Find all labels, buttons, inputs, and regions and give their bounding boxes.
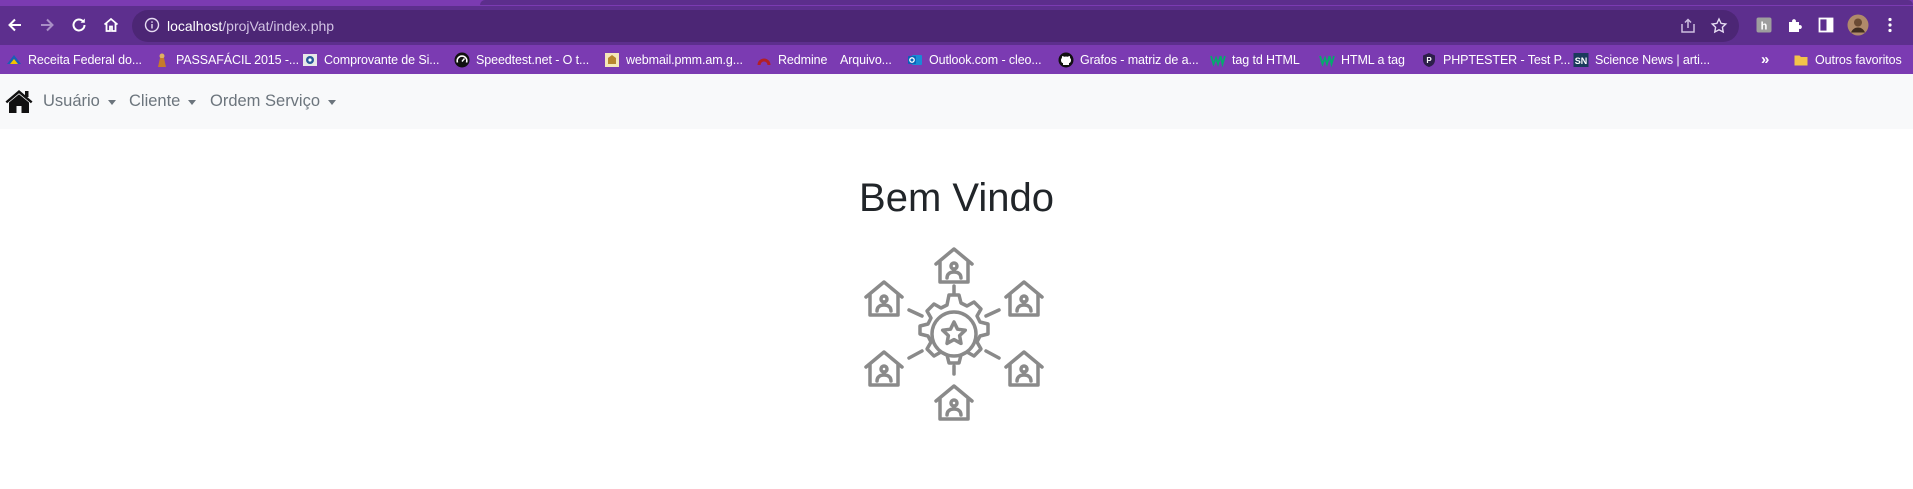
puzzle-icon [1789, 19, 1802, 32]
bookmark-star-icon[interactable] [1710, 17, 1728, 35]
share-icon[interactable] [1679, 17, 1697, 35]
url-text[interactable]: localhost/projVat/index.php [167, 18, 334, 34]
home-icon [5, 90, 33, 113]
svg-text:SN: SN [1575, 56, 1588, 66]
bookmarks-bar: Receita Federal do... PASSAFÁCIL 2015 -.… [0, 45, 1913, 74]
passafacil-icon [154, 52, 170, 68]
caret-down-icon [188, 100, 197, 105]
folder-icon [1793, 52, 1809, 68]
url-path: /projVat/index.php [222, 18, 335, 34]
bookmark-science-news[interactable]: SN Science News | arti... [1573, 45, 1710, 74]
phptester-icon: P [1421, 52, 1437, 68]
bookmark-label: Science News | arti... [1595, 52, 1710, 67]
outlook-icon [907, 52, 923, 68]
bookmark-label: PASSAFÁCIL 2015 -... [176, 52, 300, 67]
forward-button[interactable] [33, 11, 61, 39]
extensions-button[interactable] [1781, 11, 1809, 39]
nav-dropdown-cliente[interactable]: Cliente [129, 92, 197, 111]
browser-toolbar: localhost/projVat/index.php h [0, 6, 1913, 45]
site-info-icon[interactable] [144, 17, 160, 33]
caret-down-icon [107, 100, 116, 105]
nav-item-label: Cliente [129, 92, 181, 110]
bookmark-arquivo[interactable]: Arquivo... [840, 45, 892, 74]
bookmark-grafos[interactable]: Grafos - matriz de a... [1058, 45, 1199, 74]
bookmark-label: Grafos - matriz de a... [1080, 52, 1199, 67]
caret-down-icon [328, 100, 337, 105]
bookmark-label: Comprovante de Si... [324, 52, 440, 67]
bookmark-html-a-tag[interactable]: HTML a tag [1319, 45, 1405, 74]
url-host: localhost [167, 18, 223, 34]
bookmark-passafacil[interactable]: PASSAFÁCIL 2015 -... [154, 45, 299, 74]
overflow-chevron-icon: » [1761, 51, 1770, 68]
extension-h-button[interactable]: h [1750, 11, 1778, 39]
bookmark-speedtest[interactable]: Speedtest.net - O t... [454, 45, 589, 74]
bookmark-label: Outros favoritos [1815, 52, 1902, 67]
bookmark-label: Redmine [778, 52, 828, 67]
bookmark-label: webmail.pmm.am.g... [626, 52, 743, 67]
page-title: Bem Vindo [859, 176, 1054, 220]
arrow-left-icon [8, 18, 21, 32]
svg-text:P: P [1426, 56, 1432, 65]
brand-home-link[interactable] [4, 88, 34, 119]
back-button[interactable] [1, 11, 29, 39]
network-gear-houses-icon [864, 247, 1044, 421]
arrow-right-icon [41, 18, 54, 32]
bookmark-label: HTML a tag [1341, 52, 1405, 67]
kebab-menu-icon [1888, 17, 1892, 33]
nav-dropdown-usuario[interactable]: Usuário [43, 92, 116, 111]
w3schools-icon [1210, 52, 1226, 68]
sciencenews-icon: SN [1573, 52, 1589, 68]
reload-icon [72, 18, 86, 32]
menu-button[interactable] [1876, 11, 1904, 39]
nav-dropdown-ordem-servico[interactable]: Ordem Serviço [210, 92, 337, 111]
bookmark-webmail[interactable]: webmail.pmm.am.g... [604, 45, 743, 74]
site-navbar: Usuário Cliente Ordem Serviço [0, 74, 1913, 129]
bookmark-label: Outlook.com - cleo... [929, 52, 1042, 67]
nav-item-label: Ordem Serviço [210, 92, 321, 110]
hero-illustration [859, 244, 1049, 431]
bookmark-tag-td[interactable]: tag td HTML [1210, 45, 1300, 74]
bookmark-receita[interactable]: Receita Federal do... [6, 45, 142, 74]
redmine-icon [756, 52, 772, 68]
bookmark-redmine[interactable]: Redmine [756, 45, 827, 74]
bookmark-label: Arquivo... [840, 52, 892, 67]
receita-icon [6, 52, 22, 68]
github-icon [1058, 52, 1074, 68]
bookmark-label: PHPTESTER - Test P... [1443, 52, 1571, 67]
speedtest-icon [454, 52, 470, 68]
extension-h-icon: h [1756, 17, 1772, 33]
home-outline-icon [103, 17, 119, 32]
bookmark-label: tag td HTML [1232, 52, 1300, 67]
avatar-icon [1847, 14, 1869, 36]
side-panel-icon [1818, 17, 1834, 33]
w3schools-icon [1319, 52, 1335, 68]
nav-item-label: Usuário [43, 92, 100, 110]
bookmark-outlook[interactable]: Outlook.com - cleo... [907, 45, 1042, 74]
webmail-icon [604, 52, 620, 68]
bookmark-label: Receita Federal do... [28, 52, 142, 67]
other-bookmarks-folder[interactable]: Outros favoritos [1793, 45, 1902, 74]
bookmark-comprovante[interactable]: Comprovante de Si... [302, 45, 440, 74]
side-panel-button[interactable] [1812, 11, 1840, 39]
profile-button[interactable] [1844, 11, 1872, 39]
reload-button[interactable] [65, 11, 93, 39]
address-bar[interactable]: localhost/projVat/index.php [132, 10, 1739, 42]
bookmark-phptester[interactable]: P PHPTESTER - Test P... [1421, 45, 1570, 74]
comprovante-icon [302, 52, 318, 68]
bookmark-label: Speedtest.net - O t... [476, 52, 590, 67]
tab-strip-edge [480, 0, 1913, 5]
svg-text:h: h [1761, 21, 1768, 33]
home-button[interactable] [97, 11, 125, 39]
bookmarks-overflow-button[interactable]: » [1761, 45, 1769, 74]
